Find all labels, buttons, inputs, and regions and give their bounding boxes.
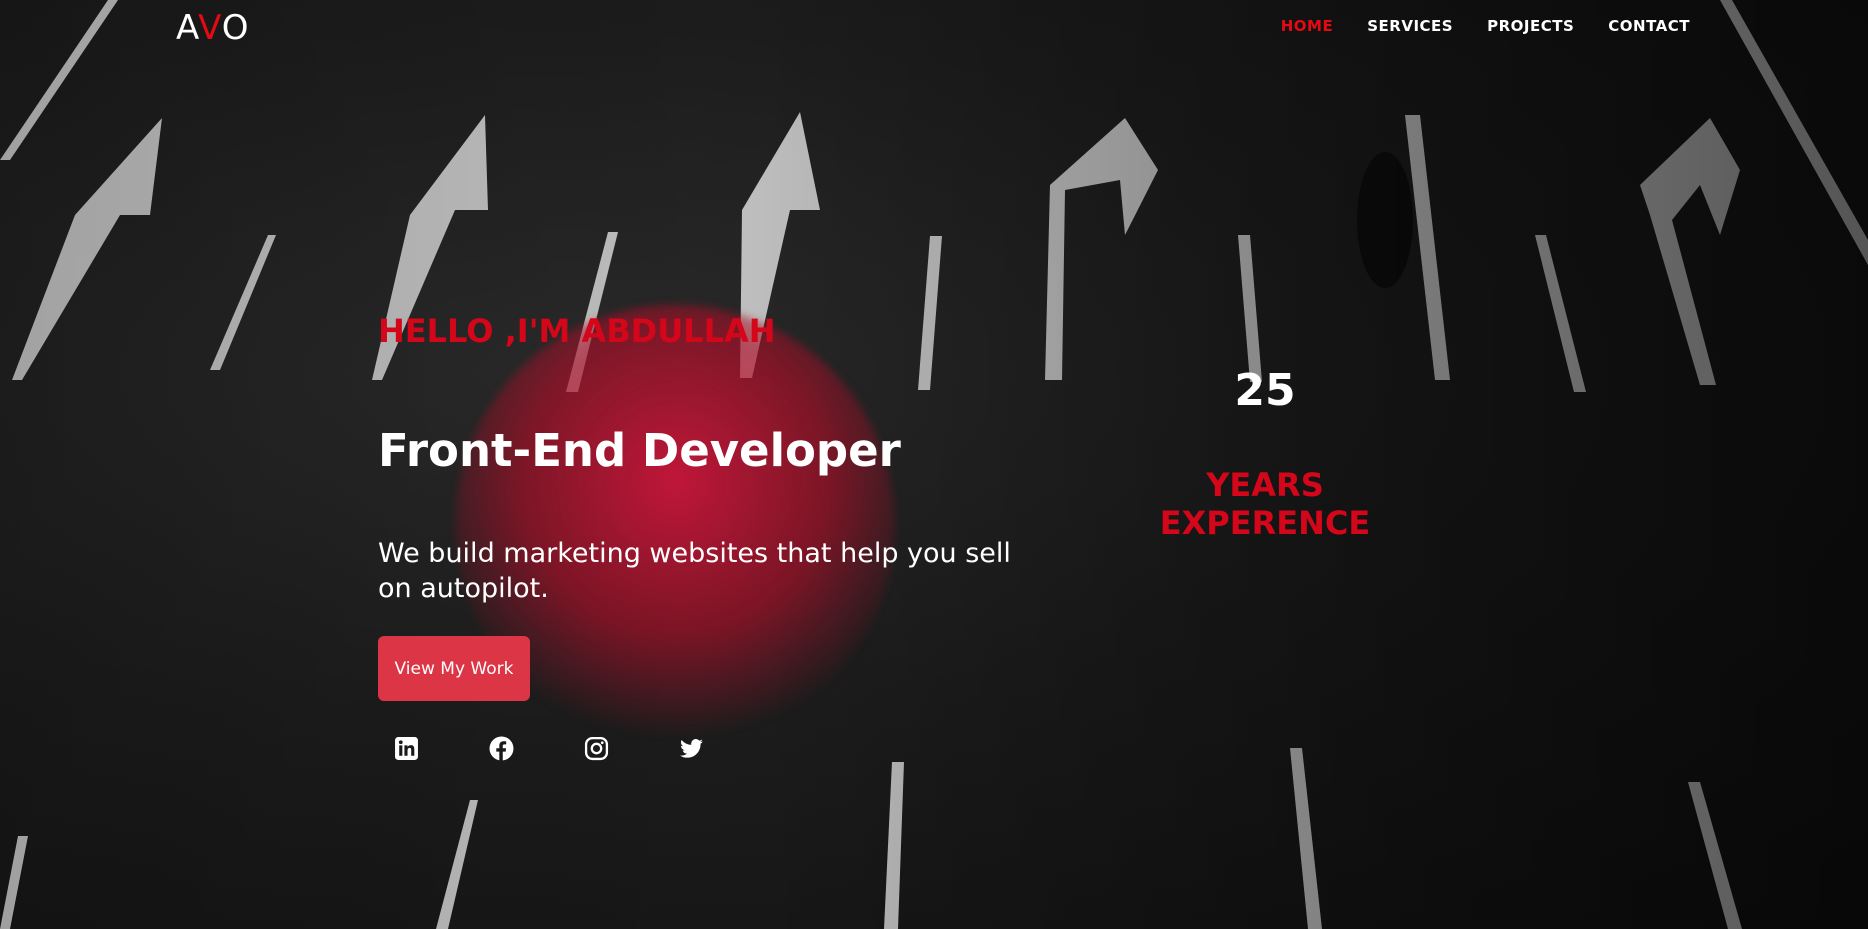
brand-logo[interactable]: AVO — [176, 8, 250, 48]
experience-label: YEARS EXPERENCE — [1159, 466, 1371, 542]
twitter-icon[interactable] — [679, 736, 704, 761]
facebook-icon[interactable] — [489, 736, 514, 761]
nav-item-contact[interactable]: CONTACT — [1608, 17, 1690, 35]
linkedin-icon[interactable] — [394, 736, 419, 761]
nav-item-projects[interactable]: PROJECTS — [1487, 17, 1574, 35]
brand-suffix: O — [221, 8, 250, 48]
nav-item-services[interactable]: SERVICES — [1367, 17, 1453, 35]
hero-description: We build marketing websites that help yo… — [378, 538, 1011, 604]
brand-prefix: A — [176, 8, 199, 48]
instagram-icon[interactable] — [584, 736, 609, 761]
background-vignette — [0, 0, 1868, 929]
main-nav: HOME SERVICES PROJECTS CONTACT — [1281, 17, 1690, 35]
nav-item-home[interactable]: HOME — [1281, 17, 1333, 35]
brand-highlight: V — [198, 8, 222, 48]
experience-number: 25 — [1234, 365, 1296, 416]
social-links — [394, 736, 704, 761]
hero-greeting: HELLO ,I'M ABDULLAH — [378, 312, 776, 350]
hero-role: Front-End Developer — [378, 424, 901, 477]
view-my-work-button[interactable]: View My Work — [378, 636, 530, 701]
